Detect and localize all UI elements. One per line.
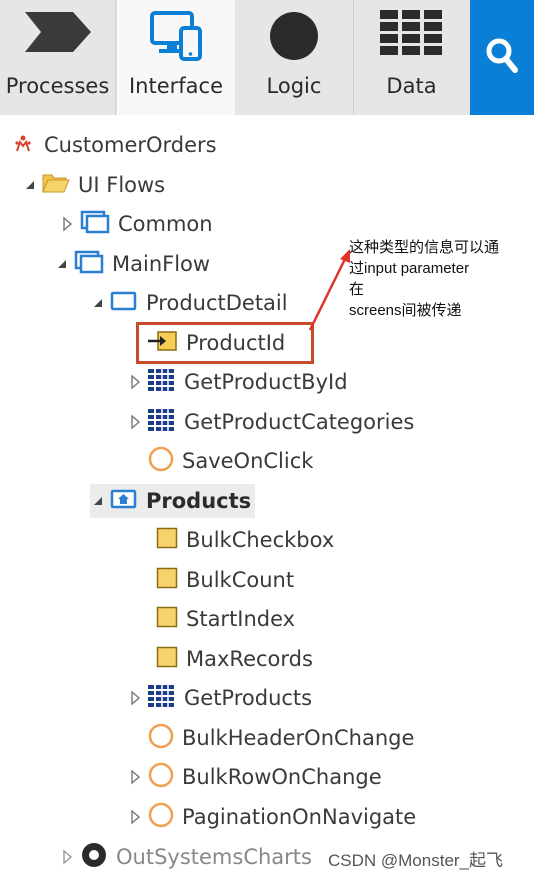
collapsed-arrow-icon[interactable] bbox=[128, 809, 144, 825]
tree-item-label: BulkHeaderOnChange bbox=[182, 726, 415, 750]
tree-item-get-products[interactable]: GetProducts bbox=[128, 681, 312, 715]
tree-item-ui-flows[interactable]: UI Flows bbox=[22, 168, 165, 202]
logic-circle-icon bbox=[268, 10, 320, 66]
tab-logic[interactable]: Logic bbox=[235, 0, 353, 115]
tree-item-label: MaxRecords bbox=[186, 647, 313, 671]
tree-item-label: GetProductCategories bbox=[184, 410, 415, 434]
local-variable-icon bbox=[156, 567, 178, 593]
tree-item-label: StartIndex bbox=[186, 607, 296, 631]
tab-label: Logic bbox=[266, 74, 322, 98]
aggregate-icon bbox=[148, 369, 176, 395]
local-variable-icon bbox=[156, 527, 178, 553]
local-variable-icon bbox=[156, 646, 178, 672]
annotation-line: 过input parameter bbox=[349, 260, 470, 277]
search-button[interactable] bbox=[470, 0, 534, 115]
tree-item-label: BulkCount bbox=[186, 568, 295, 592]
tab-label: Processes bbox=[5, 74, 110, 98]
client-action-icon bbox=[148, 723, 174, 753]
tree-item-get-product-by-id[interactable]: GetProductById bbox=[128, 365, 348, 399]
collapsed-arrow-icon[interactable] bbox=[128, 374, 144, 390]
tree-item-out-systems-charts[interactable]: OutSystemsCharts bbox=[60, 840, 312, 874]
local-variable-icon bbox=[156, 606, 178, 632]
home-screen-icon bbox=[110, 488, 138, 514]
flow-icon bbox=[80, 210, 110, 238]
expanded-arrow-icon[interactable] bbox=[54, 256, 70, 272]
tree-item-label: SaveOnClick bbox=[182, 449, 314, 473]
tree-item-products[interactable]: Products bbox=[90, 484, 256, 518]
tab-label: Interface bbox=[128, 74, 224, 98]
tab-data[interactable]: Data bbox=[353, 0, 470, 115]
screen-icon bbox=[110, 290, 138, 316]
annotation-line: 这种类型的信息可以通 bbox=[349, 239, 500, 256]
client-action-icon bbox=[148, 802, 174, 832]
client-action-icon bbox=[148, 446, 174, 476]
tree-item-product-detail[interactable]: ProductDetail bbox=[90, 286, 288, 320]
tree-item-save-on-click[interactable]: SaveOnClick bbox=[148, 444, 313, 478]
tree-item-label: Common bbox=[118, 212, 213, 236]
tree-item-mainflow[interactable]: MainFlow bbox=[54, 247, 210, 281]
expanded-arrow-icon[interactable] bbox=[90, 493, 106, 509]
tab-divider bbox=[115, 0, 116, 115]
tree-item-label: PaginationOnNavigate bbox=[182, 805, 417, 829]
tree-item-customer-orders[interactable]: CustomerOrders bbox=[14, 128, 217, 162]
tab-interface[interactable]: Interface bbox=[117, 0, 235, 115]
processes-chevron-icon bbox=[23, 10, 93, 58]
search-icon bbox=[486, 38, 518, 73]
module-icon bbox=[14, 133, 32, 157]
tab-label: Data bbox=[386, 74, 437, 98]
tree-item-label: CustomerOrders bbox=[44, 133, 217, 157]
tree-item-label: BulkCheckbox bbox=[186, 528, 335, 552]
annotation-note: 这种类型的信息可以通 过input parameter 在 screens间被传… bbox=[349, 237, 534, 321]
expanded-arrow-icon[interactable] bbox=[22, 177, 38, 193]
tree-item-max-records[interactable]: MaxRecords bbox=[156, 642, 313, 676]
aggregate-icon bbox=[148, 685, 176, 711]
tree-item-label: Products bbox=[146, 489, 252, 513]
tree-item-bulk-count[interactable]: BulkCount bbox=[156, 563, 294, 597]
tree-item-common[interactable]: Common bbox=[60, 207, 213, 241]
tree-item-pagination-on-navigate[interactable]: PaginationOnNavigate bbox=[128, 800, 416, 834]
folder-open-icon bbox=[42, 172, 70, 198]
tree-item-label: OutSystemsCharts bbox=[116, 845, 312, 869]
collapsed-arrow-icon[interactable] bbox=[60, 849, 76, 865]
module-reference-icon bbox=[80, 841, 108, 873]
annotation-line: 在 bbox=[349, 281, 365, 298]
tree-item-label: GetProductById bbox=[184, 370, 348, 394]
collapsed-arrow-icon[interactable] bbox=[128, 769, 144, 785]
tree-item-bulk-checkbox[interactable]: BulkCheckbox bbox=[156, 523, 334, 557]
watermark: CSDN @Monster_起飞 bbox=[328, 851, 504, 870]
tree-item-label: MainFlow bbox=[112, 252, 211, 276]
collapsed-arrow-icon[interactable] bbox=[60, 216, 76, 232]
flow-icon bbox=[74, 250, 104, 278]
tree-item-start-index[interactable]: StartIndex bbox=[156, 602, 295, 636]
highlight-box bbox=[136, 322, 314, 364]
tree-item-label: UI Flows bbox=[78, 173, 166, 197]
tree-item-bulk-row-on-change[interactable]: BulkRowOnChange bbox=[128, 760, 382, 794]
tree-item-label: BulkRowOnChange bbox=[182, 765, 382, 789]
tree-item-bulk-header-on-change[interactable]: BulkHeaderOnChange bbox=[148, 721, 414, 755]
tree-item-label: ProductDetail bbox=[146, 291, 288, 315]
toolbar: Processes Interface Logic Data bbox=[0, 0, 534, 115]
expanded-arrow-icon[interactable] bbox=[90, 295, 106, 311]
client-action-icon bbox=[148, 762, 174, 792]
aggregate-icon bbox=[148, 409, 176, 435]
interface-devices-icon bbox=[149, 10, 203, 66]
tree-item-label: GetProducts bbox=[184, 686, 313, 710]
collapsed-arrow-icon[interactable] bbox=[128, 414, 144, 430]
data-grid-icon bbox=[379, 10, 444, 60]
tab-processes[interactable]: Processes bbox=[0, 0, 115, 115]
collapsed-arrow-icon[interactable] bbox=[128, 690, 144, 706]
tree-item-get-product-categories[interactable]: GetProductCategories bbox=[128, 405, 414, 439]
annotation-line: screens间被传递 bbox=[349, 302, 462, 319]
